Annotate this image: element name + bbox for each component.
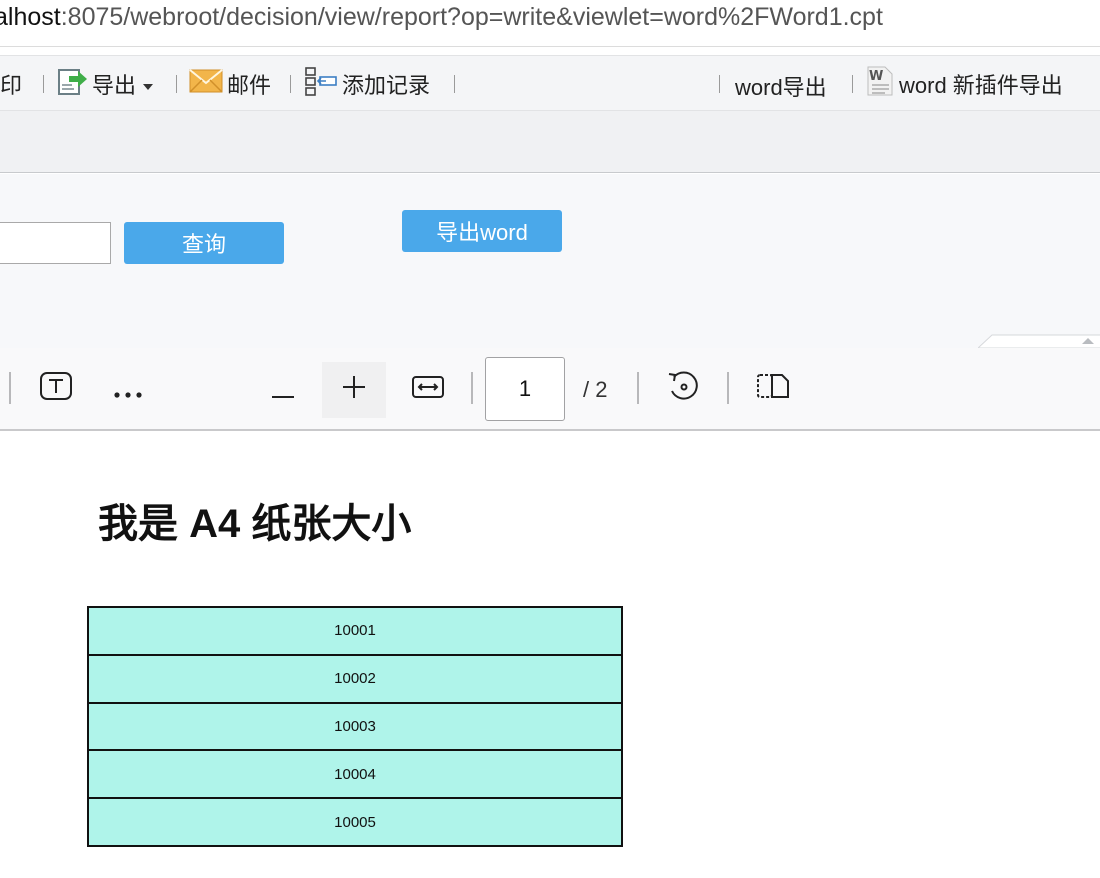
pdf-viewer-toolbar: 1 / 2 [0,348,1100,431]
fit-width-icon [411,373,445,407]
table-cell: 10005 [87,797,623,847]
pdf-toolbar-divider [637,372,639,404]
query-button[interactable]: 查询 [124,222,284,264]
table-cell: 10001 [87,606,623,656]
word-plugin-export-button[interactable]: W word 新插件导出 [865,56,1063,112]
url-path: :8075/webroot/decision/view/report?op=wr… [60,3,883,31]
table-row: 10005 [87,797,623,847]
toolbar-spacer-band [0,111,1100,173]
report-table: 10001 10002 10003 10004 10005 [87,606,623,847]
table-cell: 10004 [87,749,623,800]
url-text[interactable]: alhost:8075/webroot/decision/view/report… [0,2,883,32]
zoom-out-button[interactable] [263,370,303,410]
page-number-input[interactable]: 1 [485,357,565,421]
pdf-toolbar-divider [727,372,729,404]
page-view-icon [756,373,790,407]
table-row: 10004 [87,749,623,800]
add-record-icon [304,66,338,102]
add-record-label: 添加记录 [342,73,431,98]
export-icon [56,65,88,103]
toolbar-divider [719,75,720,93]
toolbar-divider [454,75,455,93]
print-button[interactable]: 印 [0,56,22,112]
query-parameter-input[interactable] [0,222,111,264]
toolbar-divider [43,75,44,93]
fit-width-button[interactable] [408,370,448,410]
chevron-down-icon [142,71,154,97]
export-dropdown-button[interactable]: 导出 [56,56,154,112]
toolbar-divider [290,75,291,93]
table-row: 10002 [87,653,623,704]
word-export-label: word导出 [735,75,827,100]
collapse-pane-tab[interactable] [976,334,1100,349]
more-options-button[interactable] [108,370,148,410]
pdf-toolbar-divider [471,372,473,404]
pdf-toolbar-divider [9,372,11,404]
toolbar-divider [852,75,853,93]
report-toolbar: 印 导出 邮件 添加记录 word导出 W word 新插件导出 [0,55,1100,111]
table-row: 10003 [87,701,623,752]
word-export-button[interactable]: word导出 [735,58,827,114]
zoom-in-button[interactable] [322,362,386,418]
text-tool-button[interactable] [36,370,76,410]
export-label: 导出 [92,73,137,98]
report-title: 我是 A4 纸张大小 [98,502,412,546]
rotate-icon [666,369,700,411]
table-cell: 10002 [87,653,623,704]
export-word-button-label: 导出word [436,220,528,245]
plus-icon [342,373,366,407]
add-record-button[interactable]: 添加记录 [304,56,430,112]
table-row: 10001 [87,606,623,656]
mail-label: 邮件 [227,73,272,98]
svg-text:W: W [869,69,883,84]
word-document-icon: W [865,65,895,103]
page-view-button[interactable] [753,370,793,410]
mail-button[interactable]: 邮件 [189,56,271,112]
word-plugin-export-label: word 新插件导出 [899,73,1063,98]
print-label: 印 [0,73,23,98]
url-host: alhost [0,3,61,31]
parameter-pane: 查询 导出word [0,174,1100,349]
table-cell: 10003 [87,701,623,752]
mail-icon [189,68,223,100]
more-dots-icon [113,373,143,407]
text-box-icon [39,371,73,409]
query-button-label: 查询 [181,232,226,257]
report-page: 我是 A4 纸张大小 10001 10002 10003 10004 10005 [0,431,1100,878]
address-bar[interactable]: alhost:8075/webroot/decision/view/report… [0,0,1100,47]
page-total: / 2 [583,377,608,402]
export-word-button[interactable]: 导出word [402,210,562,252]
toolbar-divider [176,75,177,93]
minus-icon [271,373,295,407]
rotate-button[interactable] [663,370,703,410]
